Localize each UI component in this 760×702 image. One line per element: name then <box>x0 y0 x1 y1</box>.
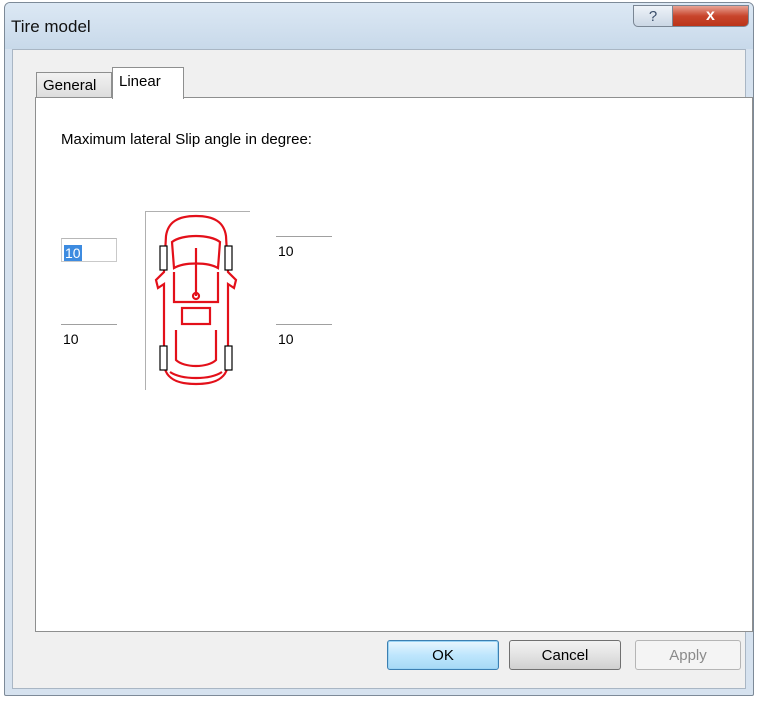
help-button[interactable]: ? <box>633 5 673 27</box>
dialog-client-area: General Linear Maximum lateral Slip angl… <box>12 49 753 689</box>
rear-right-slip-value: 10 <box>278 331 294 347</box>
rear-left-slip-input[interactable]: 10 <box>61 324 117 348</box>
tab-general[interactable]: General <box>36 72 112 98</box>
front-right-slip-input[interactable]: 10 <box>276 236 332 260</box>
dialog-button-bar: OK Cancel Apply <box>13 630 745 688</box>
rear-left-slip-value: 10 <box>63 331 79 347</box>
window-title: Tire model <box>11 17 91 36</box>
front-left-slip-value: 10 <box>64 245 82 261</box>
rear-right-slip-input[interactable]: 10 <box>276 324 332 348</box>
help-icon: ? <box>648 7 658 25</box>
tab-linear[interactable]: Linear <box>112 67 184 99</box>
front-right-slip-value: 10 <box>278 243 294 259</box>
linear-tab-panel: Maximum lateral Slip angle in degree: 10… <box>35 97 753 632</box>
max-slip-angle-label: Maximum lateral Slip angle in degree: <box>61 131 312 148</box>
car-top-view-icon <box>154 214 238 386</box>
car-illustration-frame <box>145 211 250 390</box>
title-bar: Tire model ? x <box>5 3 753 49</box>
front-left-slip-input[interactable]: 10 <box>61 238 117 262</box>
apply-button[interactable]: Apply <box>635 640 741 670</box>
close-icon: x <box>706 7 715 24</box>
ok-button[interactable]: OK <box>387 640 499 670</box>
cancel-button[interactable]: Cancel <box>509 640 621 670</box>
dialog-window: Tire model ? x General Linear Maximum la… <box>4 2 754 696</box>
close-button[interactable]: x <box>672 5 749 27</box>
